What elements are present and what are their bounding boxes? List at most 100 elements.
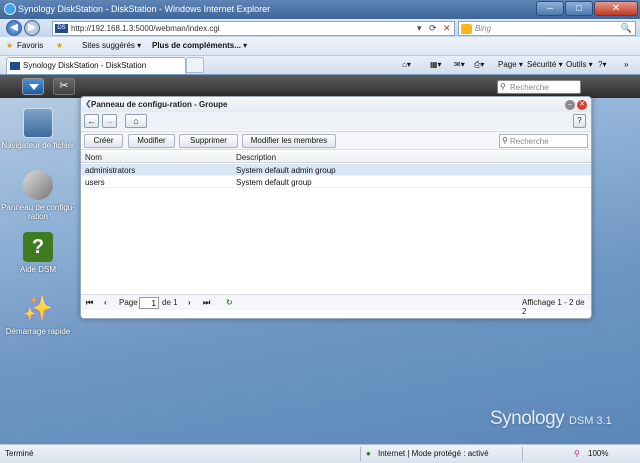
desktop-icon-quick-start[interactable]: ✨ Démarrage rapide: [0, 294, 76, 336]
refresh-icon[interactable]: ↻: [226, 298, 233, 307]
search-icon: ⚲: [500, 82, 506, 91]
add-favorite-icon[interactable]: ★: [56, 41, 63, 50]
page-menu[interactable]: Page ▾: [498, 60, 523, 69]
row-description: System default group: [236, 178, 312, 187]
row-name: administrators: [85, 166, 136, 175]
refresh-icon[interactable]: ⟳: [429, 23, 437, 34]
favorites-button[interactable]: Favoris: [17, 41, 43, 50]
window-minimize-button[interactable]: –: [565, 100, 575, 110]
help-menu-icon[interactable]: ?▾: [598, 60, 606, 69]
quick-start-icon: ✨: [23, 295, 53, 322]
new-tab-button[interactable]: [186, 57, 204, 73]
home-icon[interactable]: ⌂▾: [402, 60, 411, 69]
fav-item-suggested-sites[interactable]: Sites suggérés ▾: [82, 41, 141, 50]
tab-label: Synology DiskStation - DiskStation: [23, 61, 147, 70]
browser-status-bar: Terminé ● Internet | Mode protégé : acti…: [0, 444, 640, 463]
compat-view-icon[interactable]: ▾: [417, 23, 422, 34]
search-icon[interactable]: 🔍: [621, 23, 632, 34]
print-icon[interactable]: ⎙▾: [474, 60, 484, 70]
browser-search-placeholder: Bing: [475, 24, 492, 33]
group-window: ❮ Panneau de configu-ration - Groupe – ✕…: [80, 96, 592, 319]
address-url: http://192.168.1.3:5000/webman/index.cgi: [71, 24, 220, 33]
file-browser-icon: [23, 108, 53, 138]
overflow-icon[interactable]: »: [624, 60, 628, 69]
address-row: ◀ ▶ DS http://192.168.1.3:5000/webman/in…: [0, 19, 640, 37]
status-divider: [522, 447, 523, 461]
group-search-input[interactable]: ⚲ Recherche: [499, 134, 588, 148]
create-button[interactable]: Créer: [84, 134, 123, 148]
page-total: de 1: [162, 298, 178, 307]
show-desktop-button[interactable]: [22, 78, 44, 95]
help-icon: ?: [23, 232, 53, 262]
tab-diskstation[interactable]: Synology DiskStation - DiskStation: [6, 57, 186, 74]
page-label: Page: [119, 298, 138, 307]
security-menu[interactable]: Sécurité ▾: [527, 60, 563, 69]
next-page-icon[interactable]: ›: [188, 298, 191, 307]
maximize-button[interactable]: □: [565, 1, 593, 16]
close-button[interactable]: ✕: [594, 1, 638, 16]
desktop-icon-control-panel[interactable]: Panneau de configu-ration: [0, 170, 76, 221]
column-header-description[interactable]: Description: [236, 153, 276, 162]
browser-search-box[interactable]: Bing 🔍: [458, 21, 636, 36]
synology-logo: Synology DSM 3.1: [490, 408, 612, 430]
control-panel-icon: [23, 170, 53, 200]
window-nav-bar: ← → ⌂ ?: [81, 112, 591, 130]
ie-title-bar: Synology DiskStation - DiskStation - Win…: [0, 0, 640, 19]
status-divider: [360, 447, 361, 461]
control-panel-taskbar-button[interactable]: ✂: [53, 78, 75, 95]
zoom-icon: ⚲: [574, 449, 580, 458]
zoom-level[interactable]: 100%: [588, 449, 608, 458]
tools-menu[interactable]: Outils ▾: [566, 60, 593, 69]
page-number-input[interactable]: [139, 297, 159, 309]
prev-page-icon[interactable]: ‹: [104, 298, 107, 307]
modify-button[interactable]: Modifier: [128, 134, 175, 148]
stop-icon[interactable]: ✕: [443, 23, 451, 34]
desktop-icon-file-browser[interactable]: Navigateur de fichier: [0, 108, 76, 150]
logo-main: Synology: [490, 408, 565, 429]
security-zone-text: Internet | Mode protégé : activé: [378, 449, 489, 458]
desktop-icon-label: Démarrage rapide: [5, 327, 71, 336]
row-description: System default admin group: [236, 166, 336, 175]
bing-icon: [461, 24, 472, 34]
last-page-icon[interactable]: ⏭: [203, 298, 210, 308]
table-row[interactable]: users System default group: [81, 176, 591, 188]
desktop-icon-label: Aide DSM: [19, 265, 56, 274]
nav-forward-button[interactable]: →: [102, 114, 117, 128]
favorites-star-icon: ★: [6, 41, 14, 50]
window-header[interactable]: ❮ Panneau de configu-ration - Groupe – ✕: [81, 97, 591, 112]
search-icon: ⚲: [502, 136, 508, 145]
desktop-icon-label: Panneau de configu-ration: [1, 203, 75, 221]
column-header-name[interactable]: Nom: [85, 153, 102, 162]
first-page-icon[interactable]: ⏮: [86, 298, 93, 308]
mail-icon[interactable]: ✉▾: [454, 60, 465, 69]
desktop-icon-label: Navigateur de fichier: [1, 141, 75, 150]
feeds-icon[interactable]: ▦▾: [430, 60, 442, 69]
window-help-button[interactable]: ?: [573, 114, 586, 128]
edit-members-button[interactable]: Modifier les membres: [242, 134, 336, 148]
tab-command-row: Synology DiskStation - DiskStation ⌂▾ ▦▾…: [0, 56, 640, 74]
dsm-search-placeholder: Recherche: [510, 83, 549, 92]
minimize-button[interactable]: –: [536, 1, 564, 16]
desktop-icon-help[interactable]: ? Aide DSM: [0, 232, 76, 274]
fav-item-add-ons[interactable]: Plus de compléments... ▾: [152, 41, 247, 50]
pagination-bar: ⏮ ‹ Page de 1 › ⏭ ↻ Affichage 1 - 2 de 2: [81, 294, 591, 316]
nav-back-button[interactable]: ←: [84, 114, 99, 128]
dsm-search-input[interactable]: ⚲ Recherche: [497, 80, 581, 94]
forward-button[interactable]: ▶: [24, 20, 40, 36]
group-search-placeholder: Recherche: [510, 137, 549, 146]
address-bar[interactable]: DS http://192.168.1.3:5000/webman/index.…: [52, 21, 455, 36]
window-title: Panneau de configu-ration - Groupe: [91, 100, 228, 109]
dsm-taskbar: ✂ ⚲ Recherche: [0, 75, 640, 98]
table-row[interactable]: administrators System default admin grou…: [81, 164, 591, 176]
tab-favicon-icon: [10, 62, 20, 70]
site-favicon-icon: DS: [55, 24, 68, 33]
row-name: users: [85, 178, 105, 187]
nav-home-button[interactable]: ⌂: [125, 114, 147, 128]
delete-button[interactable]: Supprimer: [179, 134, 238, 148]
window-close-button[interactable]: ✕: [577, 100, 587, 110]
favorites-bar: ★ Favoris ★ Sites suggérés ▾ Plus de com…: [0, 37, 640, 56]
ie-logo-icon: [4, 3, 16, 15]
back-button[interactable]: ◀: [6, 20, 22, 36]
logo-sub: DSM 3.1: [568, 415, 612, 427]
window-title: Synology DiskStation - DiskStation - Win…: [18, 4, 271, 14]
